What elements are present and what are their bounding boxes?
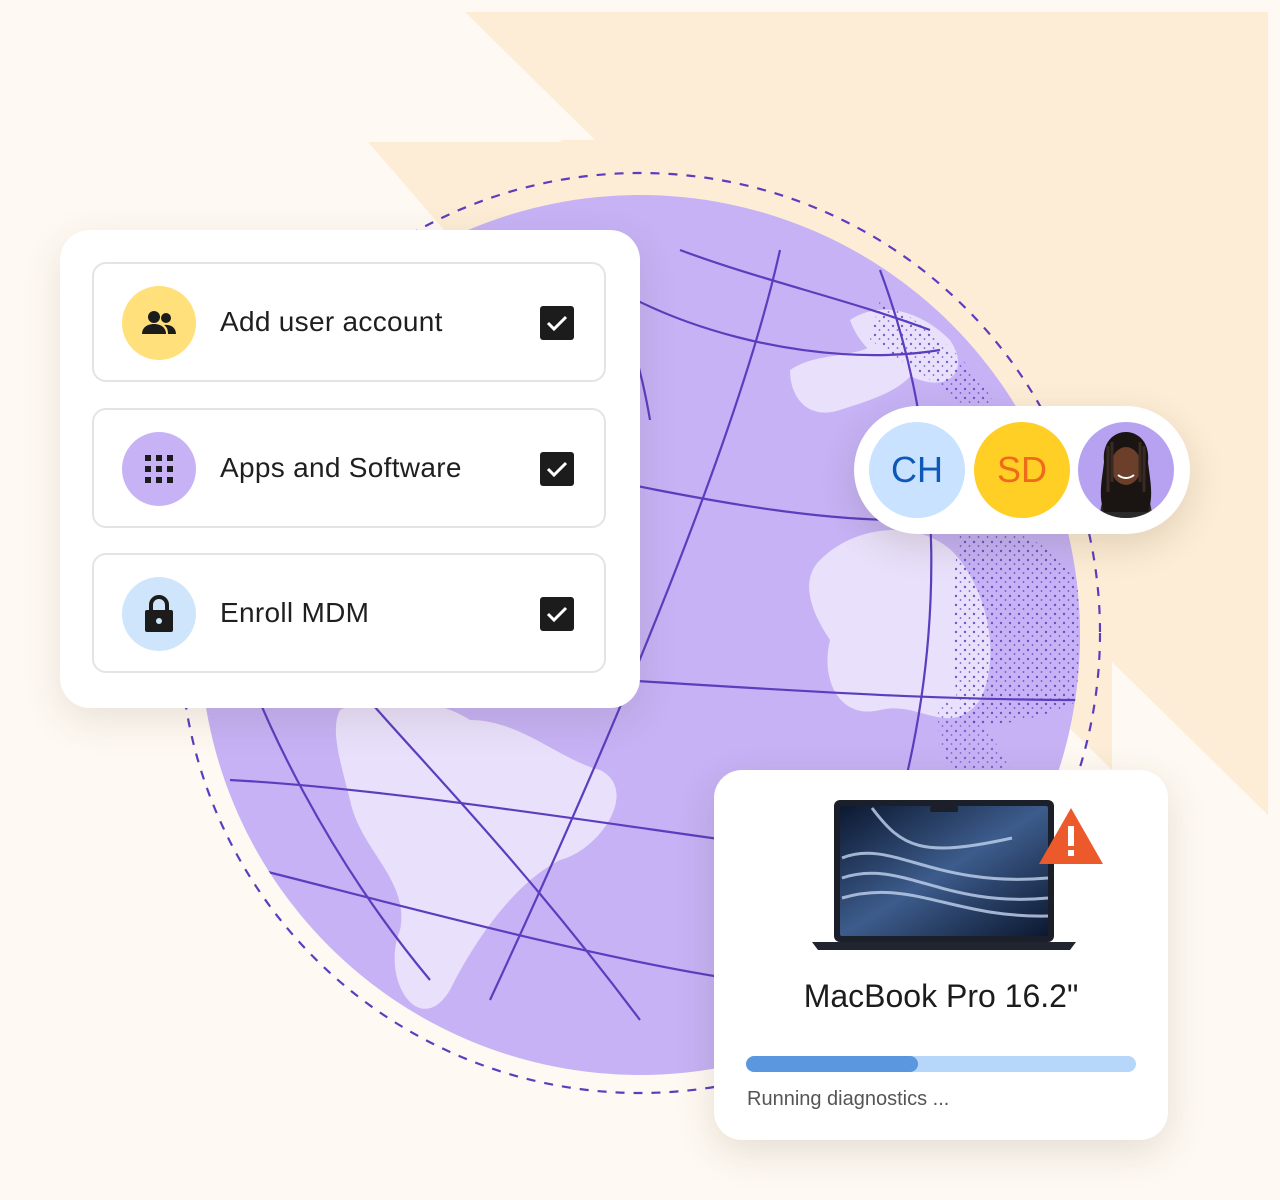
status-text: Running diagnostics ...	[747, 1088, 950, 1110]
lock-icon	[122, 577, 196, 651]
checkmark-icon	[546, 606, 568, 623]
diagnostics-progress-bar	[746, 1056, 1136, 1072]
warning-triangle-icon	[1039, 808, 1103, 864]
checkmark-icon	[546, 461, 568, 478]
task-enroll-mdm[interactable]: Enroll MDM	[92, 553, 606, 673]
task-label: Apps and Software	[220, 452, 462, 483]
team-avatar-group: CH SD	[854, 406, 1190, 534]
task-apps-and-software[interactable]: Apps and Software	[92, 408, 606, 528]
onboarding-task-card: Add user account Apps and Software Enrol…	[60, 230, 640, 708]
checkmark-icon	[546, 315, 568, 332]
task-label: Add user account	[220, 306, 443, 337]
device-name: MacBook Pro 16.2"	[803, 978, 1079, 1014]
task-checkbox-checked[interactable]	[540, 597, 574, 631]
task-add-user-account[interactable]: Add user account	[92, 262, 606, 382]
avatar-photo[interactable]	[1078, 422, 1174, 518]
avatar-initials-ch[interactable]: CH	[869, 422, 965, 518]
avatar-initials: SD	[996, 449, 1047, 490]
task-label: Enroll MDM	[220, 597, 370, 628]
person-photo-icon	[1100, 432, 1152, 518]
task-checkbox-checked[interactable]	[540, 306, 574, 340]
avatar-initials: CH	[891, 449, 943, 490]
users-icon	[122, 286, 196, 360]
avatar-initials-sd[interactable]: SD	[974, 422, 1070, 518]
task-checkbox-checked[interactable]	[540, 452, 574, 486]
app-grid-icon	[122, 432, 196, 506]
device-diagnostics-card: MacBook Pro 16.2" Running diagnostics ..…	[714, 770, 1168, 1140]
progress-fill	[746, 1056, 918, 1072]
